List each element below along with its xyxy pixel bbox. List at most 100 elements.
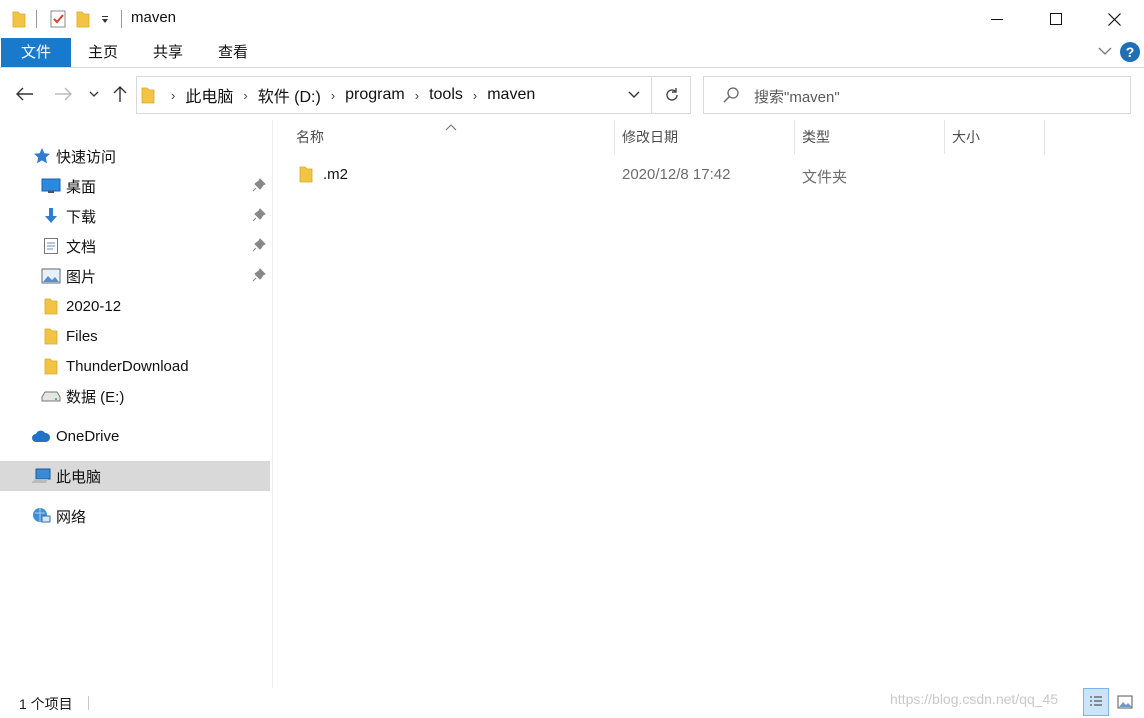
refresh-button[interactable]: [651, 77, 691, 113]
arrow-left-icon: [16, 87, 33, 101]
tab-file[interactable]: 文件: [1, 38, 71, 67]
help-button[interactable]: ?: [1120, 42, 1140, 62]
sidebar-item-label: 此电脑: [56, 468, 102, 486]
column-header-modified[interactable]: 修改日期: [622, 120, 678, 154]
large-icons-view-button[interactable]: [1112, 688, 1138, 716]
sidebar-item-label: Files: [66, 327, 98, 345]
sidebar-item-label: ThunderDownload: [66, 357, 189, 375]
file-name: .m2: [323, 166, 349, 183]
tab-view[interactable]: 查看: [204, 38, 262, 67]
tab-home[interactable]: 主页: [74, 38, 132, 67]
pictures-icon: [41, 266, 61, 286]
column-divider[interactable]: [1044, 120, 1045, 154]
sidebar-item-quick-access[interactable]: 快速访问: [0, 141, 270, 171]
file-modified: 2020/12/8 17:42: [622, 166, 731, 183]
column-divider[interactable]: [614, 120, 615, 154]
sidebar-item-downloads[interactable]: 下载: [0, 201, 270, 231]
sidebar-item-onedrive[interactable]: OneDrive: [0, 421, 270, 451]
new-folder-icon[interactable]: [76, 9, 90, 29]
sidebar-item-desktop[interactable]: 桌面: [0, 171, 270, 201]
download-icon: [41, 206, 61, 226]
address-bar[interactable]: › 此电脑 › 软件 (D:) › program › tools › mave…: [136, 76, 691, 114]
folder-icon: [41, 356, 61, 376]
window-title: maven: [131, 9, 177, 26]
sidebar-item-2020-12[interactable]: 2020-12: [0, 291, 270, 321]
chevron-right-icon[interactable]: ›: [325, 88, 341, 103]
star-icon: [32, 146, 52, 166]
search-input[interactable]: 搜索"maven": [754, 86, 840, 107]
cloud-icon: [31, 426, 51, 446]
expand-ribbon-icon[interactable]: [1098, 44, 1112, 62]
forward-button[interactable]: [51, 82, 75, 106]
navigation-bar: › 此电脑 › 软件 (D:) › program › tools › mave…: [0, 68, 1144, 120]
refresh-icon: [665, 88, 678, 101]
sidebar-item-label: 快速访问: [56, 148, 117, 166]
sidebar-item-documents[interactable]: 文档: [0, 231, 270, 261]
pin-icon[interactable]: [252, 268, 266, 286]
chevron-right-icon[interactable]: ›: [467, 88, 483, 103]
sidebar-item-label: 数据 (E:): [66, 388, 125, 406]
folder-icon: [12, 9, 26, 29]
status-bar: 1 个项目 https://blog.csdn.net/qq_45: [0, 688, 1144, 718]
minimize-button[interactable]: [967, 0, 1026, 38]
pin-icon[interactable]: [252, 238, 266, 256]
address-dropdown-button[interactable]: [617, 77, 651, 113]
customize-toolbar-icon[interactable]: [100, 9, 110, 29]
details-view-icon: [1090, 696, 1102, 706]
watermark: https://blog.csdn.net/qq_45: [890, 691, 1059, 707]
sidebar-item-pictures[interactable]: 图片: [0, 261, 270, 291]
breadcrumb: › 此电脑 › 软件 (D:) › program › tools › mave…: [137, 77, 539, 113]
sidebar-item-this-pc[interactable]: 此电脑: [0, 461, 270, 491]
search-icon: [722, 86, 740, 108]
navigation-pane: 快速访问 桌面 下载 文档 图片 2020-12 Files ThunderDo…: [0, 120, 272, 688]
sort-ascending-icon: [445, 118, 457, 135]
column-header-name[interactable]: 名称: [296, 120, 324, 154]
table-row[interactable]: .m2 2020/12/8 17:42 文件夹: [293, 160, 1113, 190]
up-button[interactable]: [108, 82, 132, 106]
chevron-right-icon[interactable]: ›: [409, 88, 425, 103]
sidebar-item-label: 文档: [66, 238, 97, 256]
title-bar: maven: [0, 0, 1144, 38]
maximize-button[interactable]: [1026, 0, 1085, 38]
file-type: 文件夹: [802, 169, 848, 186]
divider: [121, 10, 122, 28]
large-icons-view-icon: [1117, 695, 1133, 709]
column-header-type[interactable]: 类型: [802, 120, 830, 154]
chevron-down-icon: [89, 91, 99, 97]
chevron-right-icon[interactable]: ›: [237, 88, 253, 103]
crumb-drive-d[interactable]: 软件 (D:): [254, 83, 325, 107]
recent-locations-button[interactable]: [82, 82, 106, 106]
sidebar-item-label: 网络: [56, 508, 87, 526]
pin-icon[interactable]: [252, 178, 266, 196]
item-count: 1 个项目: [19, 696, 73, 712]
close-button[interactable]: [1085, 0, 1144, 38]
sidebar-item-files[interactable]: Files: [0, 321, 270, 351]
chevron-down-icon: [628, 91, 640, 98]
folder-icon: [41, 326, 61, 346]
crumb-maven[interactable]: maven: [483, 86, 539, 104]
tab-share[interactable]: 共享: [139, 38, 197, 67]
column-divider[interactable]: [944, 120, 945, 154]
minimize-icon: [990, 19, 1003, 20]
folder-icon: [299, 165, 313, 187]
chevron-right-icon[interactable]: ›: [165, 88, 181, 103]
maximize-icon: [1049, 13, 1062, 25]
crumb-this-pc[interactable]: 此电脑: [181, 83, 237, 107]
folder-icon: [141, 86, 165, 104]
back-button[interactable]: [13, 82, 37, 106]
crumb-tools[interactable]: tools: [425, 86, 467, 104]
divider: [88, 696, 89, 710]
properties-icon[interactable]: [50, 9, 66, 29]
sidebar-item-drive-e[interactable]: 数据 (E:): [0, 381, 270, 411]
desktop-icon: [41, 176, 61, 196]
column-header-size[interactable]: 大小: [952, 120, 980, 154]
file-list: 名称 修改日期 类型 大小 .m2 2020/12/8 17:42 文件夹: [273, 120, 1144, 688]
sidebar-item-network[interactable]: 网络: [0, 501, 270, 531]
sidebar-item-thunderdownload[interactable]: ThunderDownload: [0, 351, 270, 381]
crumb-program[interactable]: program: [341, 86, 409, 104]
search-box[interactable]: 搜索"maven": [703, 76, 1131, 114]
details-view-button[interactable]: [1083, 688, 1109, 716]
column-divider[interactable]: [794, 120, 795, 154]
pin-icon[interactable]: [252, 208, 266, 226]
sidebar-item-label: 桌面: [66, 178, 97, 196]
